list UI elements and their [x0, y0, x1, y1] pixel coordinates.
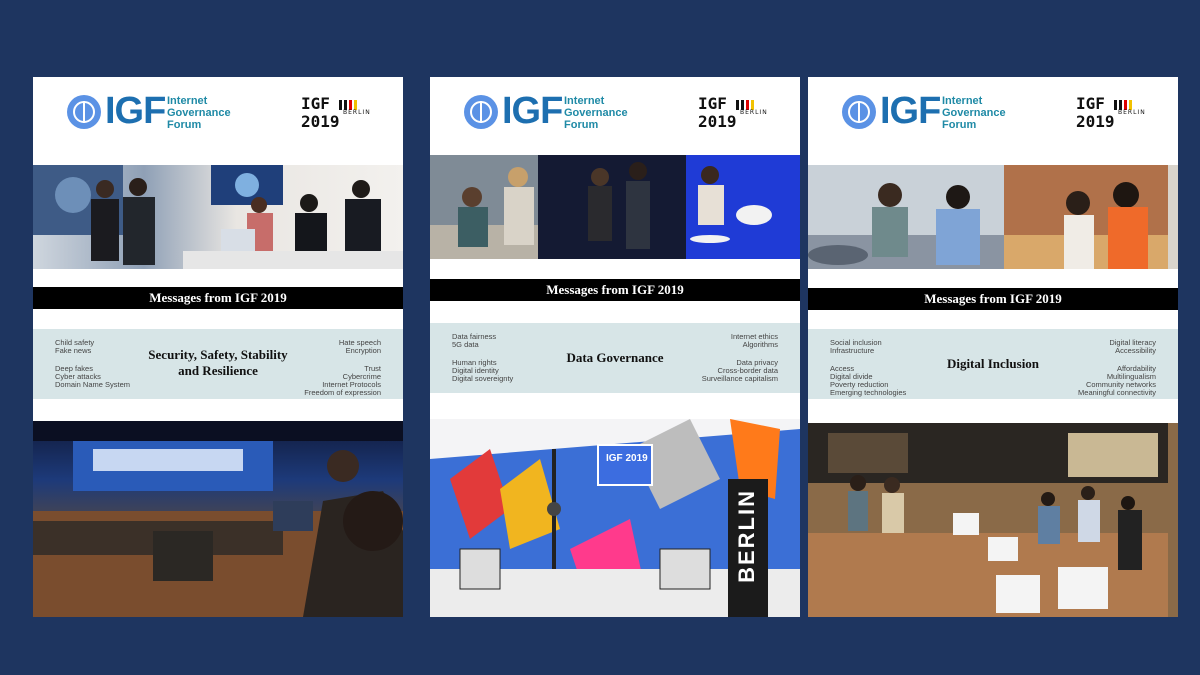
- cover-header: IGF Internet Governance Forum IGF BERLIN…: [808, 77, 1178, 165]
- cover-header: IGF Internet Governance Forum IGF BERLIN…: [33, 77, 403, 165]
- badge-igf: IGF: [698, 94, 727, 113]
- keyword: Emerging technologies: [830, 388, 907, 397]
- badge-year: 2019: [698, 112, 737, 131]
- cover-header: IGF Internet Governance Forum IGF BERLIN…: [430, 77, 800, 165]
- keyword: Infrastructure: [830, 346, 875, 355]
- keyword: Algorithms: [742, 340, 778, 349]
- conference-hall-illustration: [33, 421, 403, 617]
- keyword: 5G data: [452, 340, 479, 349]
- igf2019-berlin-badge: IGF BERLIN 2019: [698, 95, 768, 135]
- igf-logo: IGF: [502, 90, 563, 132]
- topic-title: Digital Inclusion: [946, 356, 1040, 371]
- badge-bars-icon: [339, 97, 371, 110]
- forum-photo-illustration: [430, 155, 800, 259]
- workshop-room-illustration: [808, 423, 1168, 617]
- keyword: Accessibility: [1115, 346, 1156, 355]
- igf-logo-subtitle: Internet Governance Forum: [564, 95, 628, 131]
- igf-logo-subtitle: Internet Governance Forum: [942, 95, 1006, 131]
- keyword: Freedom of expression: [304, 388, 381, 397]
- youth-photo-illustration: [808, 165, 1168, 269]
- report-cover-security[interactable]: IGF Internet Governance Forum IGF BERLIN…: [33, 77, 403, 617]
- un-emblem-icon: [842, 95, 876, 129]
- cover-photo-bottom: [808, 423, 1178, 617]
- badge-city: BERLIN: [343, 109, 371, 116]
- igf-logo-subtitle: Internet Governance Forum: [167, 95, 231, 131]
- topic-band: Child safety Fake news Deep fakes Cyber …: [33, 329, 403, 399]
- meeting-photo-illustration: [33, 165, 403, 269]
- igf-logo: IGF: [105, 90, 166, 132]
- messages-banner: Messages from IGF 2019: [808, 288, 1178, 310]
- mural-tv-label: IGF 2019: [606, 453, 648, 464]
- badge-igf: IGF: [301, 94, 330, 113]
- badge-igf: IGF: [1076, 94, 1105, 113]
- badge-city: BERLIN: [740, 109, 768, 116]
- topic-title: Security, Safety, Stability and Resilien…: [148, 347, 288, 378]
- keyword: Surveillance capitalism: [701, 374, 778, 383]
- mural-berlin-label: BERLIN: [734, 489, 759, 583]
- badge-year: 2019: [1076, 112, 1115, 131]
- igf-logo: IGF: [880, 90, 941, 132]
- report-cover-digital-inclusion[interactable]: IGF Internet Governance Forum IGF BERLIN…: [808, 77, 1178, 617]
- badge-bars-icon: [1114, 97, 1146, 110]
- topic-band: Data fairness 5G data Human rights Digit…: [430, 323, 800, 393]
- cover-photo-top: [33, 165, 403, 269]
- cover-photo-bottom: IGF 2019 BERLIN: [430, 419, 800, 617]
- un-emblem-icon: [464, 95, 498, 129]
- cover-photo-top: [808, 165, 1178, 269]
- keyword: Domain Name System: [55, 380, 131, 389]
- un-emblem-icon: [67, 95, 101, 129]
- report-cover-data-governance[interactable]: IGF Internet Governance Forum IGF BERLIN…: [430, 77, 800, 617]
- keyword: Meaningful connectivity: [1078, 388, 1156, 397]
- messages-banner: Messages from IGF 2019: [33, 287, 403, 309]
- badge-city: BERLIN: [1118, 109, 1146, 116]
- badge-bars-icon: [736, 97, 768, 110]
- igf2019-berlin-badge: IGF BERLIN 2019: [301, 95, 371, 135]
- topic-title: Data Governance: [566, 350, 664, 365]
- badge-year: 2019: [301, 112, 340, 131]
- keyword: Digital sovereignty: [452, 374, 514, 383]
- cover-photo-top: [430, 155, 800, 259]
- messages-banner: Messages from IGF 2019: [430, 279, 800, 301]
- cover-photo-bottom: [33, 421, 403, 617]
- topic-band: Social inclusion Infrastructure Access D…: [808, 329, 1178, 399]
- igf2019-berlin-badge: IGF BERLIN 2019: [1076, 95, 1146, 135]
